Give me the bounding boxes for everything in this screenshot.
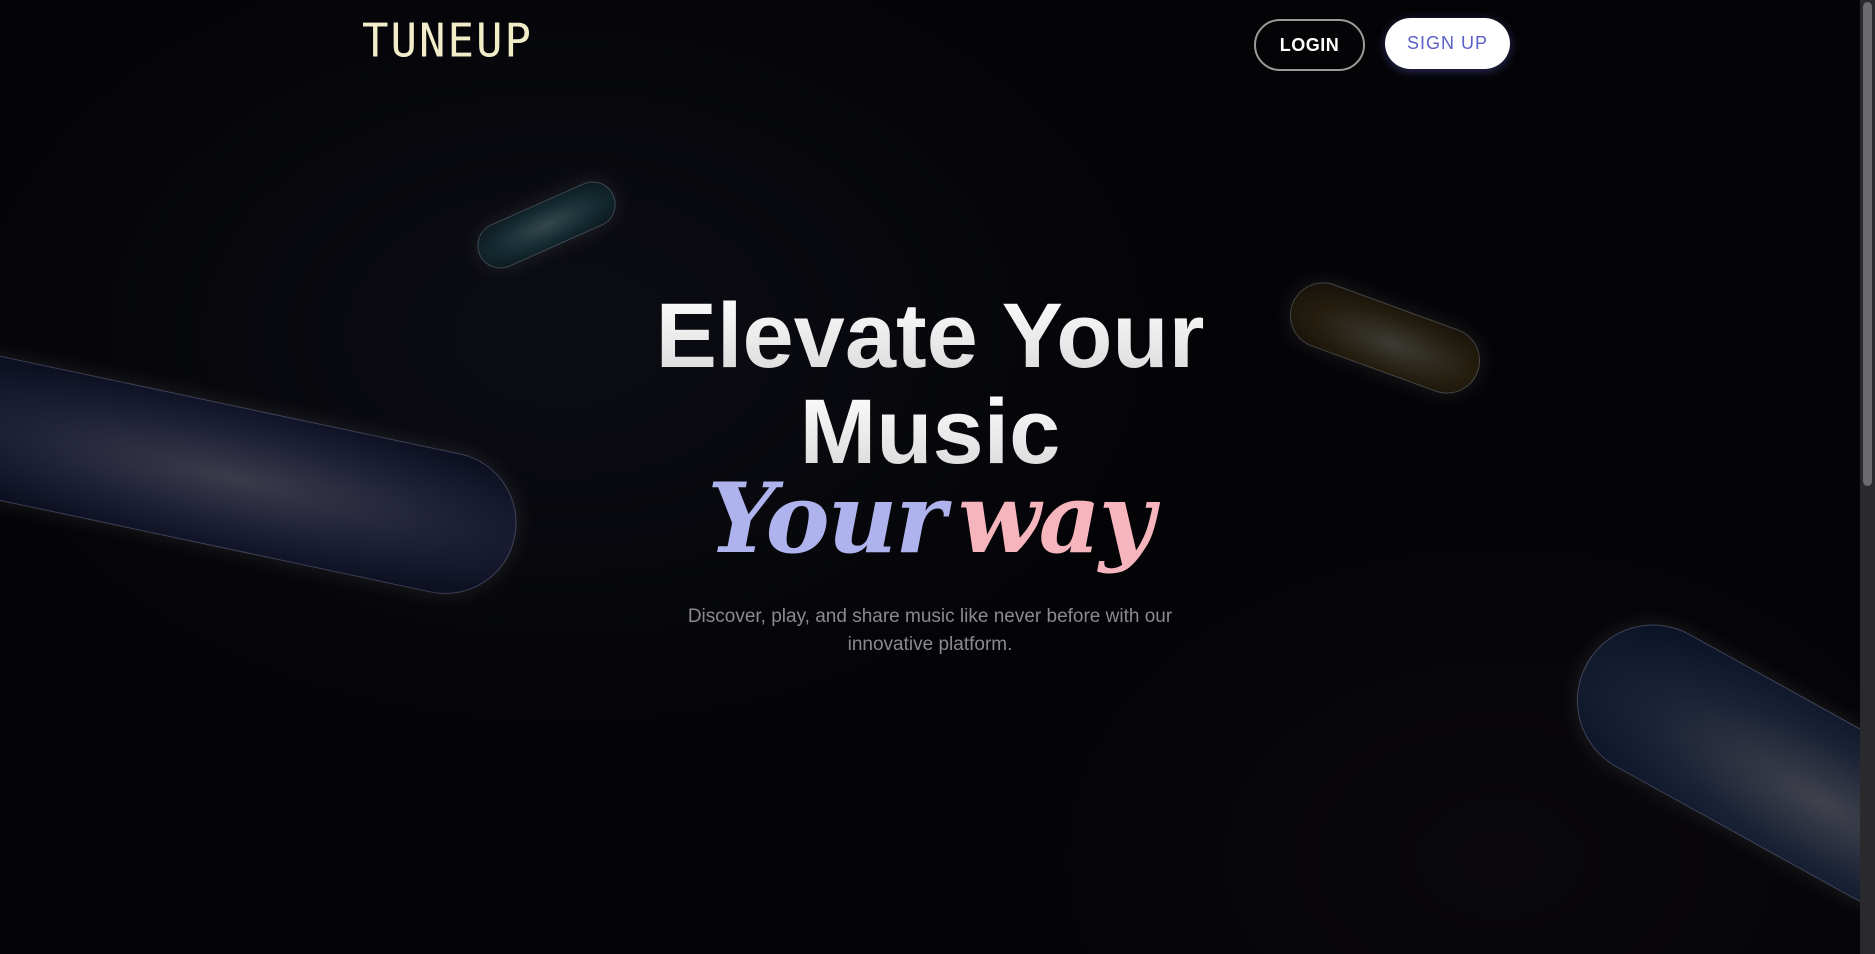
decorative-pill-small-teal bbox=[469, 174, 624, 276]
hero-subtitle-line-1: Discover, play, and share music like nev… bbox=[687, 606, 1173, 627]
hero-title-line-1: Elevate Your bbox=[0, 288, 1860, 384]
script-word-your: Your bbox=[707, 462, 946, 575]
hero-script-tagline: Your way bbox=[0, 464, 1860, 574]
script-word-way: way bbox=[957, 462, 1155, 575]
signup-button[interactable]: SIGN UP bbox=[1385, 18, 1510, 69]
hero-subtitle-line-2: innovative platform. bbox=[847, 634, 1013, 655]
landing-page: TUNEUP LOGIN SIGN UP Elevate Your Music … bbox=[0, 0, 1875, 954]
scrollbar-thumb[interactable] bbox=[1863, 2, 1872, 486]
site-logo[interactable]: TUNEUP bbox=[362, 18, 533, 65]
login-button[interactable]: LOGIN bbox=[1254, 19, 1365, 71]
hero-subtitle: Discover, play, and share music like nev… bbox=[0, 603, 1860, 659]
